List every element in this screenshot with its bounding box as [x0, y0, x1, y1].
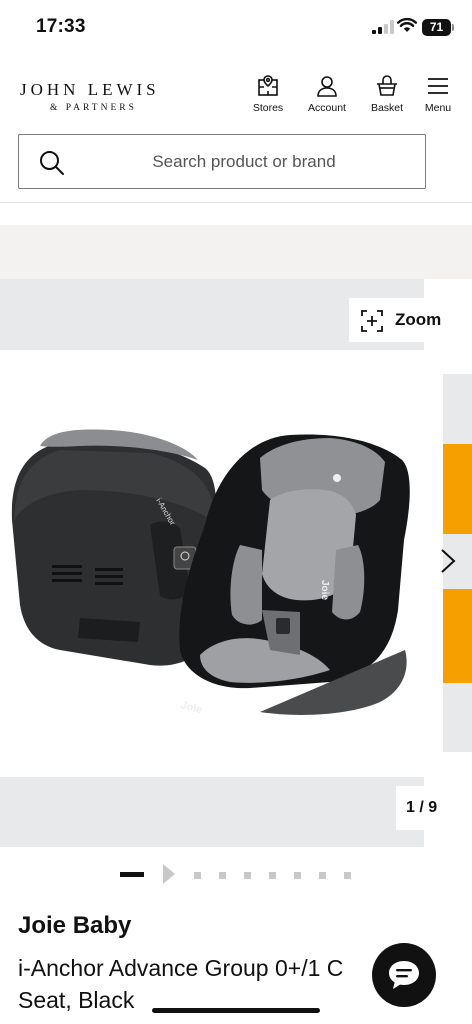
nav-account[interactable]: Account	[298, 74, 356, 118]
account-icon	[317, 76, 337, 97]
status-time: 17:33	[36, 16, 86, 37]
product-image[interactable]: i-Anchor Joie Joie	[0, 350, 424, 777]
search-box[interactable]	[18, 134, 426, 189]
product-gallery: i-Anchor Joie Joie Zoom 1 / 9	[0, 279, 472, 847]
indicator-dot[interactable]	[294, 872, 301, 879]
zoom-button[interactable]: Zoom	[349, 298, 441, 342]
battery-icon: 71	[422, 19, 454, 36]
indicator-dot[interactable]	[319, 872, 326, 879]
promo-band	[0, 225, 472, 279]
search-input[interactable]	[79, 135, 409, 188]
status-bar: 17:33 71	[0, 0, 472, 56]
headrest-logo-text: Joie	[319, 580, 330, 600]
carousel-indicators	[120, 862, 360, 886]
john-lewis-logo[interactable]: JOHN LEWIS & PARTNERS	[20, 80, 190, 113]
signal-icon	[372, 20, 394, 34]
indicator-dot[interactable]	[194, 872, 201, 879]
nav-stores[interactable]: Stores	[239, 74, 297, 118]
chat-icon	[389, 961, 419, 989]
home-indicator	[152, 1008, 320, 1013]
play-icon[interactable]	[162, 863, 176, 885]
menu-icon	[428, 78, 448, 94]
zoom-label: Zoom	[395, 310, 442, 329]
nav-basket[interactable]: Basket	[358, 74, 416, 118]
product-brand[interactable]: Joie Baby	[18, 912, 131, 940]
zoom-icon	[361, 310, 383, 332]
store-map-icon	[258, 75, 278, 96]
site-header: JOHN LEWIS & PARTNERS Stores Account Bas…	[0, 56, 472, 206]
wifi-icon	[397, 17, 417, 32]
chevron-right-icon[interactable]	[433, 541, 463, 581]
image-counter: 1 / 9	[396, 786, 456, 830]
indicator-active[interactable]	[120, 872, 144, 877]
nav-basket-label: Basket	[370, 102, 404, 114]
logo-sub-text: & PARTNERS	[50, 103, 137, 113]
nav-account-label: Account	[308, 102, 346, 114]
battery-level: 71	[422, 19, 451, 36]
indicator-dot[interactable]	[269, 872, 276, 879]
nav-menu[interactable]: Menu	[409, 74, 467, 118]
indicator-dot[interactable]	[344, 872, 351, 879]
nav-stores-label: Stores	[252, 102, 284, 114]
next-image-peek-accent-top	[443, 444, 472, 534]
nav-menu-label: Menu	[424, 102, 452, 114]
search-icon[interactable]	[39, 150, 65, 176]
basket-icon	[377, 75, 397, 96]
header-divider	[0, 202, 472, 203]
indicator-dot[interactable]	[219, 872, 226, 879]
brand-logo-text: Joie	[179, 699, 203, 716]
chat-button[interactable]	[372, 943, 436, 1007]
product-title: i-Anchor Advance Group 0+/1 C Seat, Blac…	[18, 955, 344, 1013]
car-seat-illustration: i-Anchor Joie Joie	[11, 429, 410, 716]
next-image-peek-accent-bottom	[443, 589, 472, 683]
indicator-dot[interactable]	[244, 872, 251, 879]
gallery-main[interactable]: i-Anchor Joie Joie Zoom 1 / 9	[0, 279, 456, 847]
logo-main-text: JOHN LEWIS	[20, 80, 160, 99]
